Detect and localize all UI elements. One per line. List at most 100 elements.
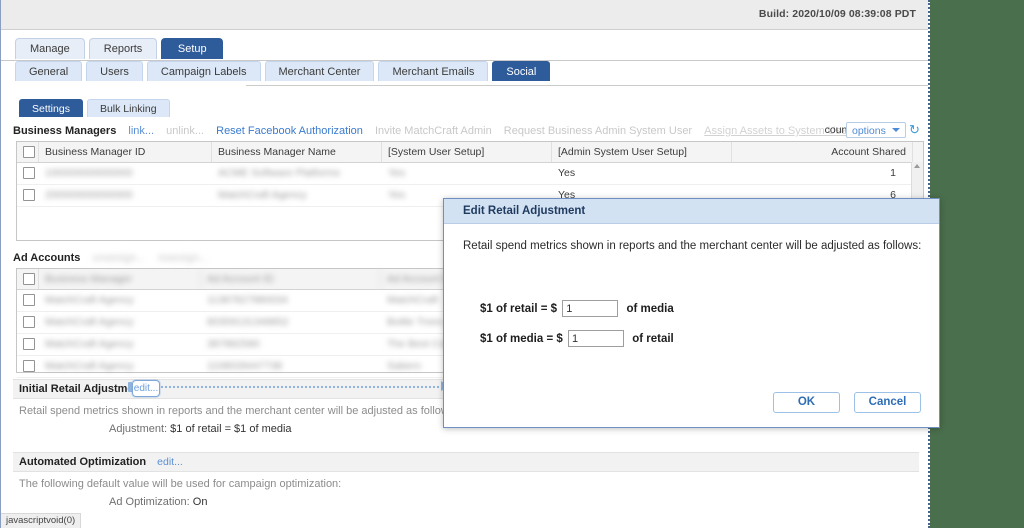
select-all-cell[interactable]: [17, 142, 39, 162]
build-bar: Build: 2020/10/09 08:39:08 PDT: [1, 0, 928, 30]
automated-optimization-edit-link[interactable]: edit...: [157, 456, 183, 468]
row-checkbox-cell[interactable]: [17, 185, 39, 206]
col-account-shared[interactable]: Account Shared: [732, 142, 913, 162]
row-checkbox-cell[interactable]: [17, 163, 39, 184]
tab-general[interactable]: General: [15, 61, 83, 81]
ok-button[interactable]: OK: [772, 392, 840, 413]
ad-optimization-label: Ad Optimization:: [109, 496, 190, 508]
cell-admin-system-user-setup: Yes: [558, 167, 576, 179]
tab-manage[interactable]: Manage: [15, 38, 85, 59]
tab-users[interactable]: Users: [86, 61, 143, 81]
options-dropdown-label: options: [852, 125, 886, 137]
cell-business-manager: MatchCraft Agency: [45, 316, 134, 328]
row-checkbox[interactable]: [23, 294, 35, 306]
primary-tab-bar: Manage Reports Setup: [1, 38, 928, 61]
status-bar: javascriptvoid(0): [1, 513, 82, 528]
select-all-checkbox[interactable]: [23, 146, 35, 158]
unassign-action: unassign...: [92, 252, 146, 264]
row-checkbox[interactable]: [23, 338, 35, 350]
dialog-intro-text: Retail spend metrics shown in reports an…: [463, 240, 922, 252]
cancel-button[interactable]: Cancel: [854, 392, 921, 413]
business-managers-grid-header: Business Manager ID Business Manager Nam…: [17, 142, 923, 163]
cell-ad-account-id: 1108028447738: [207, 360, 283, 372]
col-admin-system-user-setup[interactable]: [Admin System User Setup]: [552, 142, 732, 162]
dialog-button-bar: OK Cancel: [762, 392, 921, 413]
edit-retail-adjustment-dialog: Edit Retail Adjustment Retail spend metr…: [443, 198, 940, 428]
reassign-action: reassign...: [157, 252, 209, 264]
options-dropdown[interactable]: options: [846, 122, 906, 138]
row-checkbox-cell[interactable]: [17, 290, 39, 311]
secondary-tab-divider: [246, 85, 928, 86]
adjustment-value: $1 of retail = $1 of media: [170, 423, 292, 435]
cell-business-manager: MatchCraft Agency: [45, 294, 134, 306]
link-action[interactable]: link...: [128, 125, 154, 137]
tab-reports[interactable]: Reports: [88, 38, 158, 59]
col-business-manager-id[interactable]: Business Manager ID: [39, 142, 212, 162]
ad-accounts-title: Ad Accounts: [13, 252, 81, 264]
row-checkbox[interactable]: [23, 189, 35, 201]
business-managers-toolbar: Business Managers link... unlink... Rese…: [13, 123, 851, 139]
tab-merchant-center[interactable]: Merchant Center: [264, 61, 375, 81]
ad-accounts-toolbar: Ad Accounts unassign... reassign...: [13, 250, 209, 266]
business-managers-title: Business Managers: [13, 125, 117, 137]
unlink-action: unlink...: [166, 125, 205, 137]
tertiary-tab-bar: Settings Bulk Linking: [19, 99, 174, 119]
cell-system-user-setup: Yes: [388, 167, 406, 179]
cell-ad-account-id: 80359131348852: [207, 316, 289, 328]
select-all-checkbox[interactable]: [23, 273, 35, 285]
automated-optimization-panel: Automated Optimization edit... The follo…: [13, 452, 919, 508]
retail-to-media-prefix: $1 of retail = $: [480, 303, 558, 315]
secondary-tab-bar: General Users Campaign Labels Merchant Cent…: [15, 61, 554, 83]
col-business-manager[interactable]: Business Manager: [39, 269, 201, 289]
automated-optimization-description: The following default value will be used…: [19, 478, 342, 490]
cell-business-manager-name: MatchCraft Agency: [218, 189, 307, 201]
row-checkbox[interactable]: [23, 167, 35, 179]
tab-setup[interactable]: Setup: [161, 38, 224, 59]
tab-merchant-emails[interactable]: Merchant Emails: [378, 61, 489, 81]
dialog-equation-rows: $1 of retail = $ of media $1 of media = …: [444, 298, 939, 350]
media-to-retail-input[interactable]: [567, 330, 624, 348]
refresh-icon[interactable]: ↻: [909, 123, 923, 137]
initial-retail-adjustment-title: Initial Retail Adjustment: [19, 383, 144, 395]
tab-social[interactable]: Social: [492, 61, 551, 81]
retail-to-media-row: $1 of retail = $ of media: [444, 298, 939, 320]
table-row[interactable]: 100000000000000 ACME Software Platforms …: [17, 163, 923, 185]
media-to-retail-row: $1 of media = $ of retail: [444, 328, 939, 350]
adjustment-label: Adjustment:: [109, 423, 168, 435]
tab-campaign-labels[interactable]: Campaign Labels: [146, 61, 261, 81]
annotation-dotted-line: [161, 386, 443, 390]
col-business-manager-name[interactable]: Business Manager Name: [212, 142, 382, 162]
request-business-admin-system-user-action: Request Business Admin System User: [503, 125, 693, 137]
tab-settings[interactable]: Settings: [19, 99, 83, 117]
media-to-retail-suffix: of retail: [632, 333, 674, 345]
row-checkbox-cell[interactable]: [17, 356, 39, 377]
row-checkbox[interactable]: [23, 316, 35, 328]
media-to-retail-prefix: $1 of media = $: [480, 333, 563, 345]
build-version-label: Build: 2020/10/09 08:39:08 PDT: [758, 8, 916, 20]
automated-optimization-title: Automated Optimization: [19, 456, 147, 468]
select-all-cell[interactable]: [17, 269, 39, 289]
row-checkbox-cell[interactable]: [17, 334, 39, 355]
scroll-up-icon[interactable]: [914, 164, 920, 168]
cell-account-shared: 1: [890, 167, 896, 179]
chevron-down-icon: [892, 128, 900, 132]
retail-to-media-suffix: of media: [626, 303, 674, 315]
row-checkbox[interactable]: [23, 360, 35, 372]
col-ad-account-id[interactable]: Ad Account ID: [201, 269, 381, 289]
automated-optimization-header: Automated Optimization edit...: [13, 452, 919, 472]
cell-business-manager-id: 100000000000000: [45, 167, 133, 179]
cell-business-manager: MatchCraft Agency: [45, 338, 134, 350]
cell-ad-account-id: 387882580: [207, 338, 260, 350]
reset-facebook-authorization-action[interactable]: Reset Facebook Authorization: [216, 125, 363, 137]
col-system-user-setup[interactable]: [System User Setup]: [382, 142, 552, 162]
ad-optimization-row: Ad Optimization: On: [13, 490, 919, 508]
cell-business-manager-name: ACME Software Platforms: [218, 167, 340, 179]
row-checkbox-cell[interactable]: [17, 312, 39, 333]
cell-ad-account-id: 11387827880034: [207, 294, 288, 306]
dialog-title: Edit Retail Adjustment: [444, 199, 939, 224]
invite-matchcraft-admin-action: Invite MatchCraft Admin: [374, 125, 492, 137]
retail-to-media-input[interactable]: [562, 300, 619, 318]
tab-bulk-linking[interactable]: Bulk Linking: [86, 99, 170, 117]
cell-business-manager: MatchCraft Agency: [45, 360, 134, 372]
initial-retail-adjustment-edit-link[interactable]: edit...: [132, 380, 160, 397]
